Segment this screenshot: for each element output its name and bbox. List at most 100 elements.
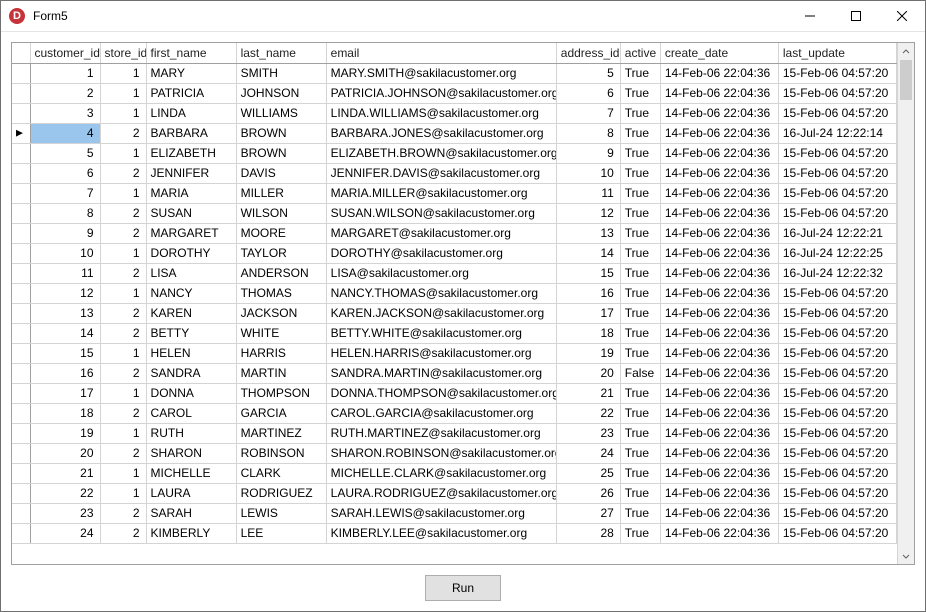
cell-last_update[interactable]: 16-Jul-24 12:22:14: [778, 123, 896, 143]
table-row[interactable]: 182CAROLGARCIACAROL.GARCIA@sakilacustome…: [12, 403, 897, 423]
cell-first_name[interactable]: JENNIFER: [146, 163, 236, 183]
cell-last_name[interactable]: MARTINEZ: [236, 423, 326, 443]
row-indicator[interactable]: [12, 103, 30, 123]
table-row[interactable]: 121NANCYTHOMASNANCY.THOMAS@sakilacustome…: [12, 283, 897, 303]
row-indicator[interactable]: [12, 143, 30, 163]
cell-email[interactable]: LISA@sakilacustomer.org: [326, 263, 556, 283]
scrollbar-track[interactable]: [898, 60, 914, 547]
cell-last_name[interactable]: THOMAS: [236, 283, 326, 303]
cell-customer_id[interactable]: 5: [30, 143, 100, 163]
cell-last_name[interactable]: BROWN: [236, 143, 326, 163]
cell-last_update[interactable]: 15-Feb-06 04:57:20: [778, 203, 896, 223]
cell-first_name[interactable]: DONNA: [146, 383, 236, 403]
cell-store_id[interactable]: 1: [100, 343, 146, 363]
cell-customer_id[interactable]: 21: [30, 463, 100, 483]
cell-email[interactable]: BARBARA.JONES@sakilacustomer.org: [326, 123, 556, 143]
cell-active[interactable]: True: [620, 423, 660, 443]
cell-active[interactable]: True: [620, 443, 660, 463]
cell-address_id[interactable]: 12: [556, 203, 620, 223]
cell-active[interactable]: True: [620, 323, 660, 343]
cell-first_name[interactable]: SANDRA: [146, 363, 236, 383]
cell-store_id[interactable]: 1: [100, 463, 146, 483]
cell-customer_id[interactable]: 1: [30, 63, 100, 83]
cell-store_id[interactable]: 1: [100, 243, 146, 263]
cell-active[interactable]: True: [620, 383, 660, 403]
cell-active[interactable]: True: [620, 403, 660, 423]
column-header-first_name[interactable]: first_name: [146, 43, 236, 63]
row-indicator[interactable]: [12, 383, 30, 403]
cell-active[interactable]: True: [620, 343, 660, 363]
table-row[interactable]: 82SUSANWILSONSUSAN.WILSON@sakilacustomer…: [12, 203, 897, 223]
cell-active[interactable]: True: [620, 463, 660, 483]
cell-create_date[interactable]: 14-Feb-06 22:04:36: [660, 343, 778, 363]
cell-store_id[interactable]: 1: [100, 143, 146, 163]
cell-address_id[interactable]: 11: [556, 183, 620, 203]
cell-store_id[interactable]: 1: [100, 423, 146, 443]
data-table[interactable]: customer_idstore_idfirst_namelast_nameem…: [12, 43, 897, 544]
cell-create_date[interactable]: 14-Feb-06 22:04:36: [660, 123, 778, 143]
row-indicator[interactable]: [12, 243, 30, 263]
cell-active[interactable]: True: [620, 143, 660, 163]
cell-last_name[interactable]: BROWN: [236, 123, 326, 143]
cell-active[interactable]: True: [620, 483, 660, 503]
cell-create_date[interactable]: 14-Feb-06 22:04:36: [660, 203, 778, 223]
row-indicator[interactable]: [12, 403, 30, 423]
cell-create_date[interactable]: 14-Feb-06 22:04:36: [660, 163, 778, 183]
row-indicator[interactable]: [12, 323, 30, 343]
cell-address_id[interactable]: 16: [556, 283, 620, 303]
cell-create_date[interactable]: 14-Feb-06 22:04:36: [660, 103, 778, 123]
cell-store_id[interactable]: 2: [100, 503, 146, 523]
cell-active[interactable]: True: [620, 103, 660, 123]
cell-create_date[interactable]: 14-Feb-06 22:04:36: [660, 363, 778, 383]
cell-last_update[interactable]: 15-Feb-06 04:57:20: [778, 423, 896, 443]
cell-store_id[interactable]: 2: [100, 443, 146, 463]
table-row[interactable]: 211MICHELLECLARKMICHELLE.CLARK@sakilacus…: [12, 463, 897, 483]
cell-email[interactable]: LINDA.WILLIAMS@sakilacustomer.org: [326, 103, 556, 123]
cell-store_id[interactable]: 2: [100, 203, 146, 223]
table-row[interactable]: 31LINDAWILLIAMSLINDA.WILLIAMS@sakilacust…: [12, 103, 897, 123]
cell-store_id[interactable]: 2: [100, 303, 146, 323]
cell-active[interactable]: True: [620, 223, 660, 243]
cell-create_date[interactable]: 14-Feb-06 22:04:36: [660, 403, 778, 423]
cell-last_update[interactable]: 15-Feb-06 04:57:20: [778, 403, 896, 423]
cell-address_id[interactable]: 21: [556, 383, 620, 403]
cell-last_update[interactable]: 15-Feb-06 04:57:20: [778, 303, 896, 323]
table-row[interactable]: 51ELIZABETHBROWNELIZABETH.BROWN@sakilacu…: [12, 143, 897, 163]
cell-last_update[interactable]: 16-Jul-24 12:22:25: [778, 243, 896, 263]
cell-last_name[interactable]: THOMPSON: [236, 383, 326, 403]
cell-address_id[interactable]: 10: [556, 163, 620, 183]
cell-customer_id[interactable]: 12: [30, 283, 100, 303]
column-header-email[interactable]: email: [326, 43, 556, 63]
cell-create_date[interactable]: 14-Feb-06 22:04:36: [660, 323, 778, 343]
cell-active[interactable]: True: [620, 243, 660, 263]
cell-address_id[interactable]: 18: [556, 323, 620, 343]
cell-customer_id[interactable]: 24: [30, 523, 100, 543]
cell-email[interactable]: KAREN.JACKSON@sakilacustomer.org: [326, 303, 556, 323]
cell-customer_id[interactable]: 7: [30, 183, 100, 203]
cell-last_name[interactable]: JACKSON: [236, 303, 326, 323]
cell-last_name[interactable]: MILLER: [236, 183, 326, 203]
cell-create_date[interactable]: 14-Feb-06 22:04:36: [660, 503, 778, 523]
cell-last_update[interactable]: 16-Jul-24 12:22:32: [778, 263, 896, 283]
cell-customer_id[interactable]: 18: [30, 403, 100, 423]
cell-email[interactable]: SARAH.LEWIS@sakilacustomer.org: [326, 503, 556, 523]
cell-store_id[interactable]: 1: [100, 183, 146, 203]
cell-last_update[interactable]: 15-Feb-06 04:57:20: [778, 363, 896, 383]
cell-last_update[interactable]: 15-Feb-06 04:57:20: [778, 283, 896, 303]
cell-customer_id[interactable]: 4: [30, 123, 100, 143]
cell-first_name[interactable]: DOROTHY: [146, 243, 236, 263]
cell-first_name[interactable]: BETTY: [146, 323, 236, 343]
cell-first_name[interactable]: MARY: [146, 63, 236, 83]
cell-address_id[interactable]: 7: [556, 103, 620, 123]
cell-first_name[interactable]: HELEN: [146, 343, 236, 363]
cell-create_date[interactable]: 14-Feb-06 22:04:36: [660, 243, 778, 263]
cell-customer_id[interactable]: 20: [30, 443, 100, 463]
cell-create_date[interactable]: 14-Feb-06 22:04:36: [660, 223, 778, 243]
cell-customer_id[interactable]: 22: [30, 483, 100, 503]
cell-address_id[interactable]: 13: [556, 223, 620, 243]
cell-last_name[interactable]: GARCIA: [236, 403, 326, 423]
row-indicator[interactable]: [12, 303, 30, 323]
cell-address_id[interactable]: 20: [556, 363, 620, 383]
cell-first_name[interactable]: LINDA: [146, 103, 236, 123]
cell-store_id[interactable]: 2: [100, 263, 146, 283]
